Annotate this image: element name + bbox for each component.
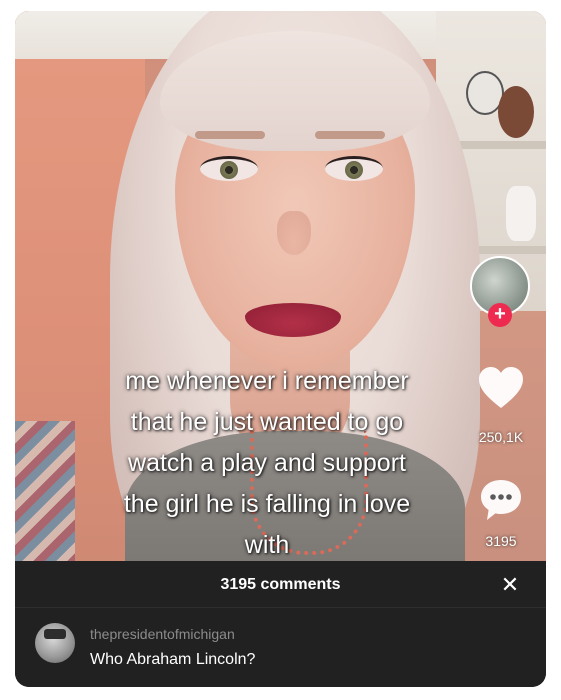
tiktok-screenshot-card: me whenever i remember that he just want… bbox=[15, 11, 546, 687]
comments-title: 3195 comments bbox=[220, 576, 341, 593]
shelf-toy bbox=[498, 86, 534, 138]
commenter-username[interactable]: thepresidentofmichigan bbox=[90, 626, 235, 642]
close-icon[interactable]: ✕ bbox=[498, 574, 522, 598]
creator-avatar-button[interactable]: + bbox=[470, 256, 530, 327]
person-left-eye bbox=[200, 156, 258, 181]
person-right-eye bbox=[325, 156, 383, 181]
person-iris bbox=[345, 161, 363, 179]
avatar-hat bbox=[44, 629, 66, 639]
comment-count: 3195 bbox=[485, 533, 517, 549]
divider bbox=[15, 607, 546, 608]
follow-button[interactable]: + bbox=[488, 303, 512, 327]
caption-line: me whenever i remember bbox=[125, 367, 409, 395]
video-frame[interactable]: me whenever i remember that he just want… bbox=[15, 11, 546, 561]
shelf-toy bbox=[506, 186, 536, 241]
person-nose bbox=[277, 211, 311, 255]
caption-line: that he just wanted to go bbox=[130, 408, 404, 436]
commenter-avatar[interactable] bbox=[35, 623, 75, 663]
video-caption: me whenever i remember that he just want… bbox=[57, 361, 477, 561]
caption-line: with bbox=[244, 531, 290, 559]
plus-icon[interactable]: + bbox=[494, 303, 506, 325]
person-iris bbox=[220, 161, 238, 179]
like-count: 250,1K bbox=[478, 429, 524, 445]
speech-bubble-icon[interactable] bbox=[478, 477, 524, 523]
comments-panel: 3195 comments ✕ thepresidentofmichigan W… bbox=[15, 561, 546, 687]
person-right-brow bbox=[315, 131, 385, 139]
comment-text: Who Abraham Lincoln? bbox=[90, 651, 256, 668]
heart-icon[interactable] bbox=[477, 366, 525, 410]
caption-line: the girl he is falling in love bbox=[123, 490, 411, 518]
caption-line: watch a play and support bbox=[128, 449, 406, 477]
person-left-brow bbox=[195, 131, 265, 139]
